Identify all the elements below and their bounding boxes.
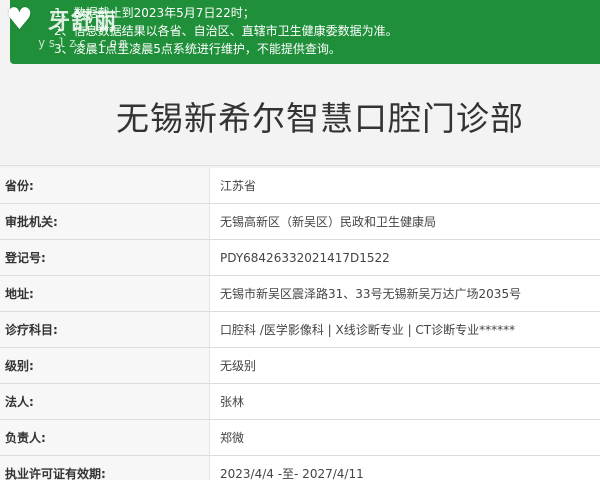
tooth-icon: ♥ — [6, 2, 33, 37]
row-label: 审批机关: — [0, 204, 210, 239]
info-table: 省份: 江苏省 审批机关: 无锡高新区（新吴区）民政和卫生健康局 登记号: PD… — [0, 168, 600, 480]
row-value: 无锡高新区（新吴区）民政和卫生健康局 — [220, 215, 437, 229]
row-label: 地址: — [0, 276, 210, 311]
table-row-address: 地址: 无锡市新吴区震泽路31、33号无锡新吴万达广场2035号 — [0, 276, 600, 312]
row-label: 执业许可证有效期: — [0, 456, 210, 480]
table-row-license-validity: 执业许可证有效期: 2023/4/4 -至- 2027/4/11 — [0, 456, 600, 480]
row-label: 省份: — [0, 168, 210, 203]
row-label: 诊疗科目: — [0, 312, 210, 347]
table-row-authority: 审批机关: 无锡高新区（新吴区）民政和卫生健康局 — [0, 204, 600, 240]
table-row-departments: 诊疗科目: 口腔科 /医学影像科 | X线诊断专业 | CT诊断专业****** — [0, 312, 600, 348]
row-label: 负责人: — [0, 420, 210, 455]
row-label: 登记号: — [0, 240, 210, 275]
table-row-legal-person: 法人: 张林 — [0, 384, 600, 420]
row-value: 无锡市新吴区震泽路31、33号无锡新吴万达广场2035号 — [220, 287, 522, 301]
divider — [0, 165, 600, 166]
watermark-logo: ♥ 牙舒丽 yslzc.com — [0, 0, 140, 60]
row-value: 张林 — [220, 395, 245, 409]
row-value: 郑微 — [220, 431, 245, 445]
table-row-registration: 登记号: PDY68426332021417D1522 — [0, 240, 600, 276]
row-value: 2023/4/4 -至- 2027/4/11 — [220, 467, 364, 480]
row-value: 口腔科 /医学影像科 | X线诊断专业 | CT诊断专业****** — [220, 323, 516, 337]
logo-domain: yslzc.com — [38, 36, 131, 50]
logo-brand: 牙舒丽 — [48, 9, 118, 35]
page: 1、数据截止到2023年5月7日22时； 2、信息数据结果以各省、自治区、直辖市… — [0, 0, 600, 480]
page-title: 无锡新希尔智慧口腔门诊部 — [116, 99, 524, 138]
table-row-level: 级别: 无级别 — [0, 348, 600, 384]
row-value: 无级别 — [220, 359, 257, 373]
row-label: 法人: — [0, 384, 210, 419]
table-row-province: 省份: 江苏省 — [0, 168, 600, 204]
table-row-manager: 负责人: 郑微 — [0, 420, 600, 456]
row-label: 级别: — [0, 348, 210, 383]
row-value: PDY68426332021417D1522 — [220, 250, 390, 265]
row-value: 江苏省 — [220, 179, 257, 193]
